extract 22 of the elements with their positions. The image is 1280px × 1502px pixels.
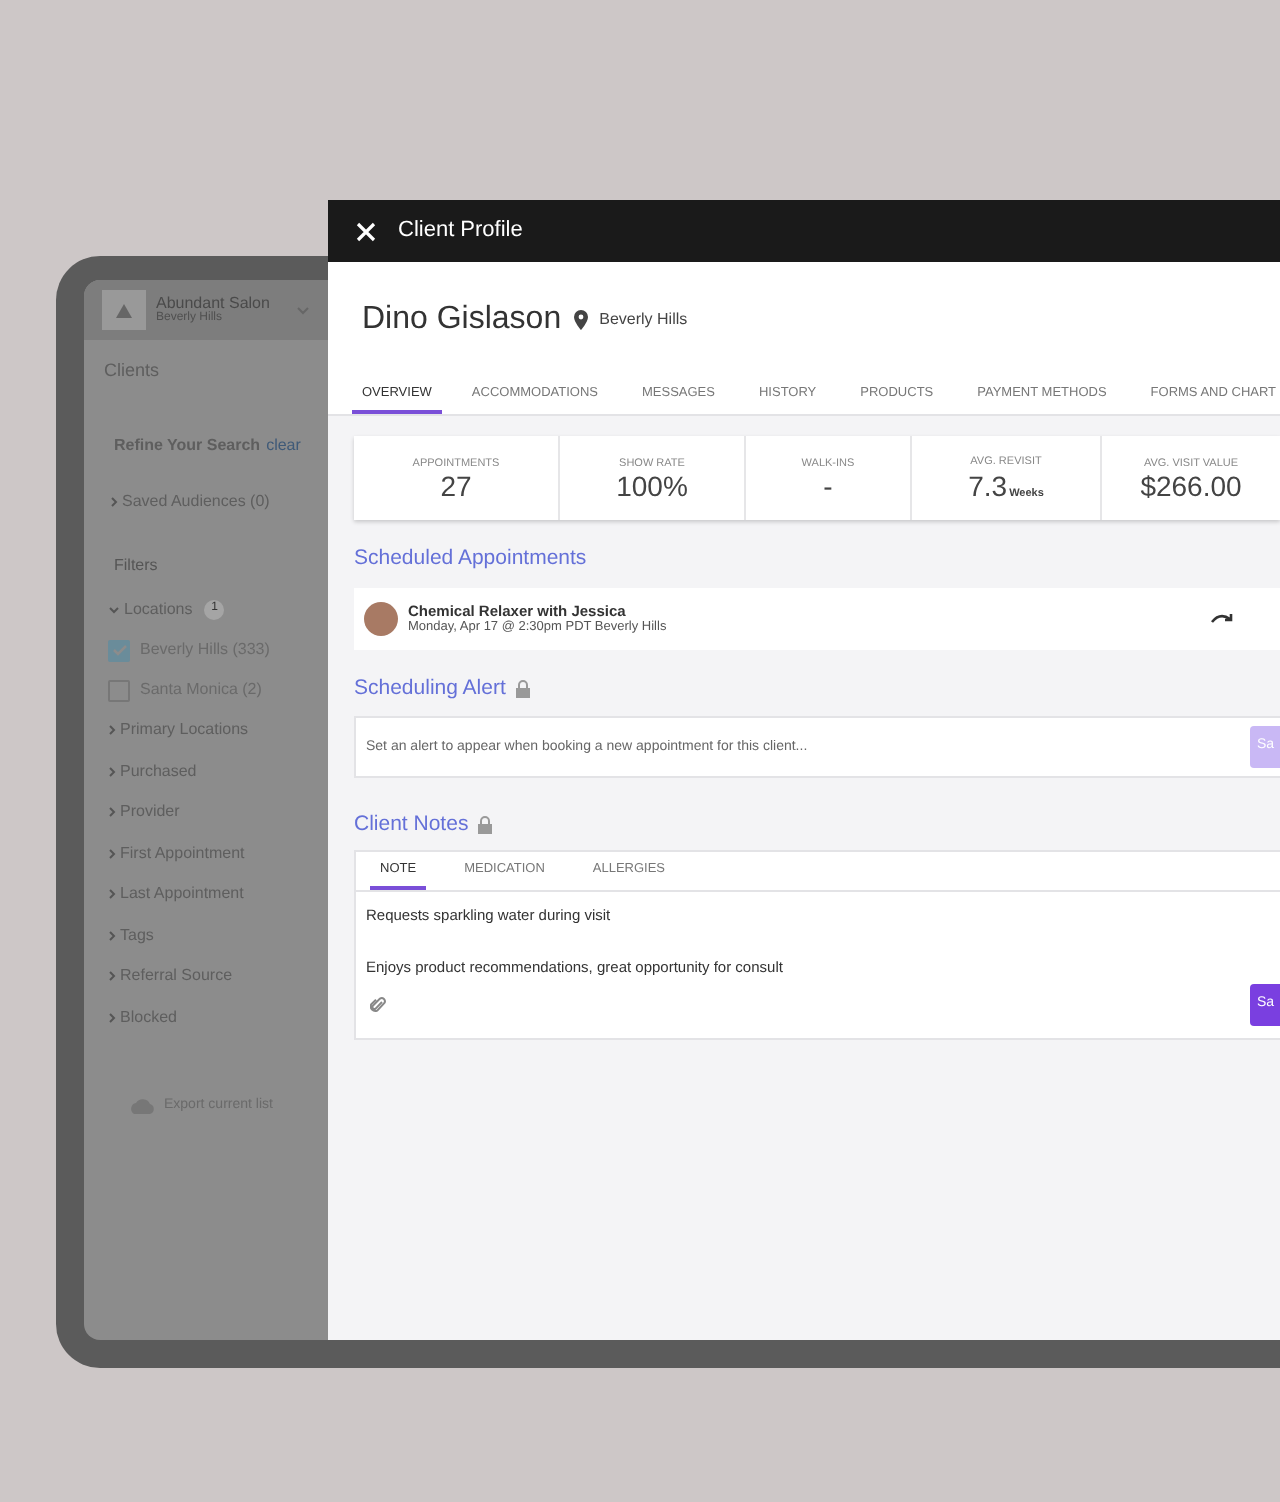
section-heading: Scheduling Alert (354, 673, 506, 704)
client-name: Dino Gislason (362, 300, 562, 340)
checkbox[interactable] (108, 639, 130, 661)
lock-icon (515, 680, 530, 699)
stat-value: 100% (616, 472, 688, 501)
clear-link[interactable]: clear (266, 433, 301, 457)
stat-value: $266.00 (1140, 472, 1242, 501)
section-heading: Scheduled Appointments (352, 544, 589, 574)
lock-icon (478, 815, 493, 834)
panel-title: Client Profile (398, 216, 523, 247)
section-heading: Client Notes (354, 809, 469, 839)
stat-value: 7.3 (968, 471, 1008, 499)
location-pin-icon (573, 310, 588, 330)
client-location: Beverly Hills (599, 308, 688, 332)
paperclip-icon[interactable] (370, 995, 386, 1014)
stat-value: 27 (440, 472, 472, 501)
stat-value: - (823, 472, 833, 501)
avatar (364, 601, 398, 636)
chevron-right-icon (110, 495, 118, 507)
salon-logo-icon (102, 290, 146, 330)
redo-arrow-icon[interactable] (1210, 612, 1234, 625)
close-icon[interactable] (356, 221, 376, 241)
